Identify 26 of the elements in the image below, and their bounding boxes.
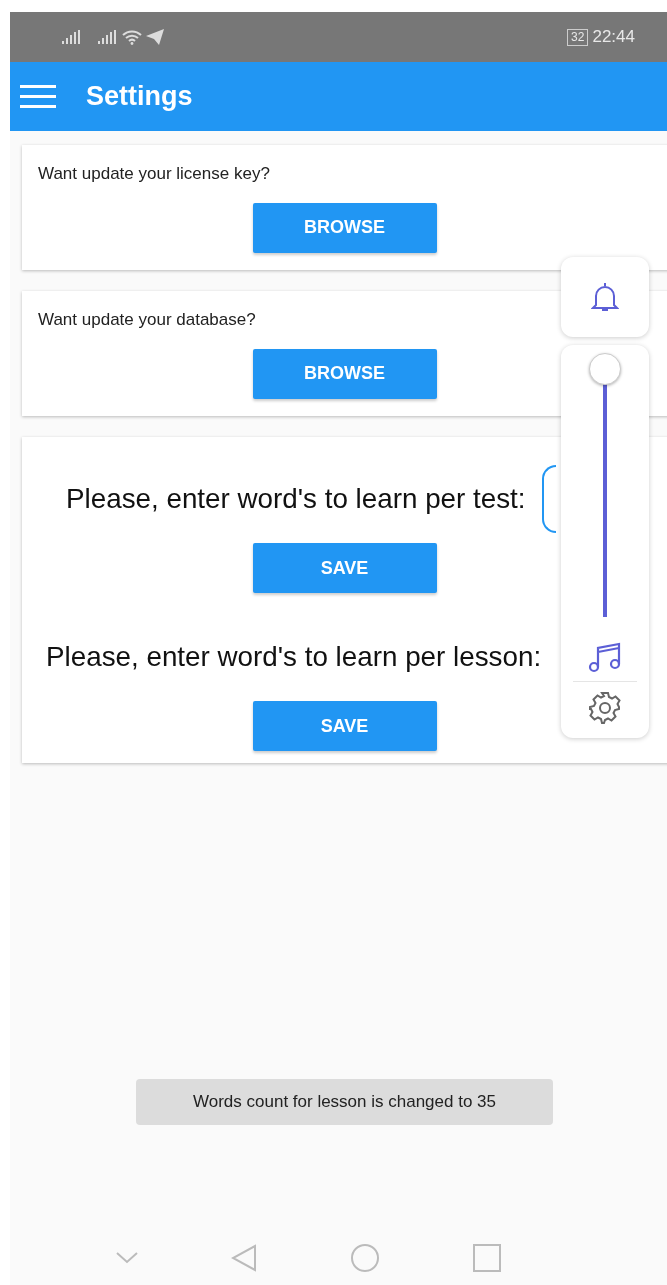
number-field[interactable] (541, 465, 556, 533)
gear-icon[interactable] (587, 690, 623, 726)
save-button[interactable]: SAVE (252, 701, 437, 751)
card-prompt: Want update your license key? (38, 163, 270, 185)
slider-thumb[interactable] (589, 353, 621, 385)
battery-level: 32 (567, 28, 589, 46)
menu-icon[interactable] (20, 84, 56, 109)
recents-icon[interactable] (472, 1243, 501, 1272)
signal-icon (98, 30, 118, 44)
send-icon (146, 29, 164, 45)
screen-title: Settings (86, 80, 193, 113)
toast-message: Words count for lesson is changed to 35 (136, 1079, 553, 1125)
card-prompt: Want update your database? (38, 309, 256, 331)
clock-time: 22:44 (592, 26, 635, 49)
bell-icon[interactable] (591, 281, 619, 313)
chevron-down-icon[interactable] (116, 1251, 139, 1264)
setting-prompt: Please, enter word's to learn per lesson: (46, 640, 542, 675)
browse-button[interactable]: BROWSE (252, 348, 437, 399)
setting-prompt: Please, enter word's to learn per test: (66, 482, 526, 517)
home-icon[interactable] (349, 1242, 380, 1273)
signal-icon (62, 30, 82, 44)
browse-button[interactable]: BROWSE (252, 202, 437, 253)
wifi-icon (122, 29, 142, 45)
save-button[interactable]: SAVE (252, 543, 437, 593)
music-note-icon[interactable] (588, 641, 622, 673)
back-icon[interactable] (231, 1243, 258, 1272)
